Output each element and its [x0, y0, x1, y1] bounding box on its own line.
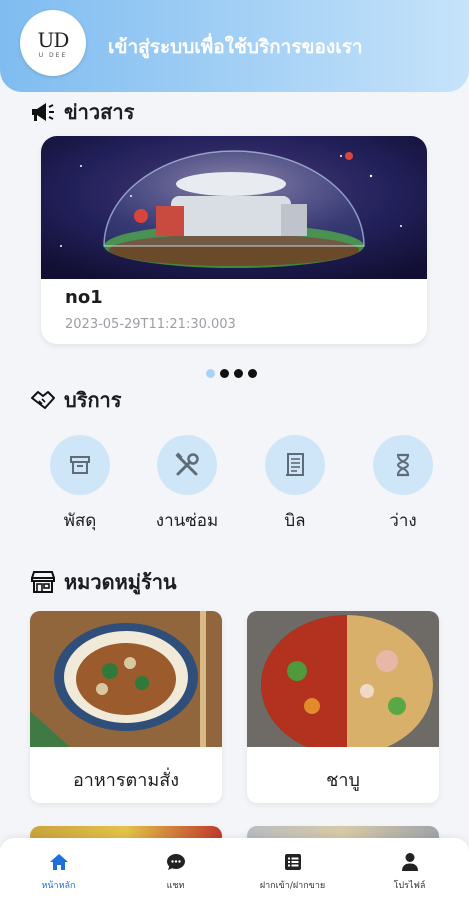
carousel-dot[interactable] — [248, 369, 257, 378]
service-icon-circle — [373, 435, 433, 495]
category-card[interactable]: ชาบู — [247, 611, 439, 803]
chat-icon — [166, 854, 185, 870]
category-card[interactable]: อาหารตามสั่ง — [30, 611, 222, 803]
service-label: งานซ่อม — [155, 511, 219, 531]
megaphone-icon — [32, 103, 54, 121]
tools-icon — [175, 452, 199, 476]
tab-label: ฝากเข้า/ฝากขาย — [259, 881, 326, 891]
tab-chat[interactable]: แชท — [117, 850, 234, 892]
handshake-icon — [31, 391, 55, 409]
news-section-header: ข่าวสาร — [30, 96, 134, 128]
categories-section-header: หมวดหมู่ร้าน — [30, 566, 177, 598]
user-icon — [401, 853, 418, 871]
service-repair[interactable]: งานซ่อม — [137, 435, 237, 534]
carousel-indicator — [206, 369, 257, 378]
home-icon — [49, 854, 68, 870]
logo-text: UD — [37, 28, 70, 52]
tab-label: แชท — [166, 881, 185, 891]
service-icon-circle — [265, 435, 325, 495]
tab-label: หน้าหลัก — [41, 881, 76, 891]
service-available[interactable]: ว่าง — [353, 435, 453, 534]
category-image — [30, 611, 222, 747]
category-image — [247, 611, 439, 747]
bottom-tab-bar: หน้าหลัก แชท ฝากเข้า/ฝากขาย โปรไฟล์ — [0, 838, 469, 900]
tab-deposit-sell[interactable]: ฝากเข้า/ฝากขาย — [234, 850, 351, 892]
app-logo[interactable]: UD U DEE — [20, 10, 86, 76]
carousel-dot[interactable] — [206, 369, 215, 378]
services-section-title: บริการ — [64, 388, 122, 412]
hourglass-icon — [396, 453, 410, 477]
news-date: 2023-05-29T11:21:30.003 — [65, 317, 236, 332]
list-icon — [284, 854, 301, 870]
tab-profile[interactable]: โปรไฟล์ — [351, 850, 468, 892]
service-icon-circle — [50, 435, 110, 495]
service-bill[interactable]: บิล — [245, 435, 345, 534]
news-card[interactable]: no1 2023-05-29T11:21:30.003 — [41, 136, 427, 344]
news-image — [41, 136, 427, 279]
archive-box-icon — [70, 456, 90, 474]
category-label: อาหารตามสั่ง — [73, 770, 179, 791]
news-title: no1 — [65, 287, 103, 308]
carousel-dot[interactable] — [220, 369, 229, 378]
service-label: ว่าง — [389, 511, 417, 531]
news-section-title: ข่าวสาร — [64, 100, 135, 124]
service-label: พัสดุ — [63, 511, 97, 531]
storefront-icon — [31, 571, 55, 593]
logo-subtext: U DEE — [38, 52, 68, 59]
services-section-header: บริการ — [30, 384, 122, 416]
tab-label: โปรไฟล์ — [393, 881, 426, 891]
tab-home[interactable]: หน้าหลัก — [0, 850, 117, 892]
categories-section-title: หมวดหมู่ร้าน — [64, 570, 177, 594]
category-label: ชาบู — [326, 770, 360, 791]
carousel-dot[interactable] — [234, 369, 243, 378]
app-header: UD U DEE เข้าสู่ระบบเพื่อใช้บริการของเรา — [0, 0, 469, 92]
login-prompt[interactable]: เข้าสู่ระบบเพื่อใช้บริการของเรา — [108, 32, 363, 62]
service-icon-circle — [157, 435, 217, 495]
service-parcel[interactable]: พัสดุ — [30, 435, 130, 534]
receipt-icon — [286, 453, 304, 476]
service-label: บิล — [284, 511, 306, 531]
